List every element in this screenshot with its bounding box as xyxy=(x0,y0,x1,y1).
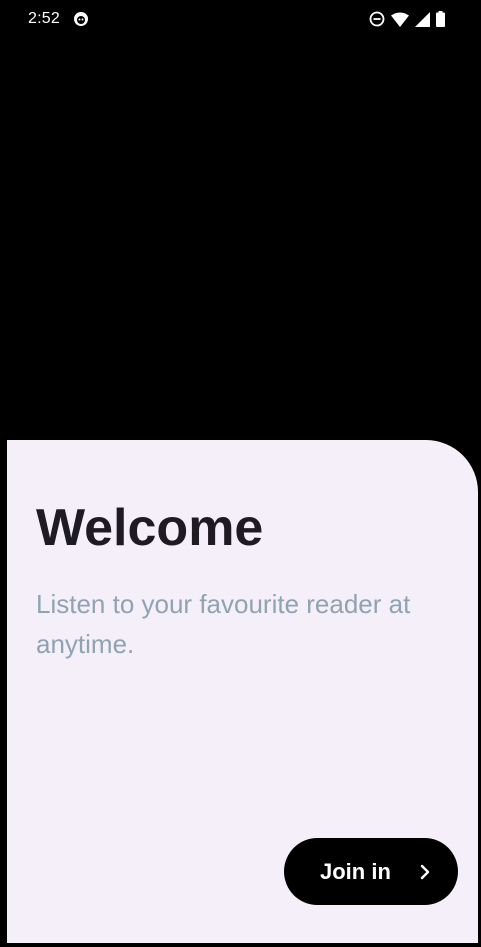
app-notification-icon xyxy=(74,12,88,26)
battery-icon xyxy=(436,11,445,27)
status-icons xyxy=(369,10,445,28)
welcome-sheet: Welcome Listen to your favourite reader … xyxy=(7,440,478,943)
welcome-title: Welcome xyxy=(36,499,264,557)
do-not-disturb-icon xyxy=(369,11,385,27)
join-in-button[interactable]: Join in xyxy=(284,838,458,905)
cellular-signal-icon xyxy=(415,11,430,27)
screen: 2:52 Welcome Listen to your favourite re… xyxy=(0,0,481,947)
status-time: 2:52 xyxy=(28,10,60,27)
chevron-right-icon xyxy=(420,864,430,880)
welcome-subtitle: Listen to your favourite reader at anyti… xyxy=(36,589,411,659)
wifi-icon xyxy=(391,12,409,27)
status-bar: 2:52 xyxy=(0,0,481,38)
join-in-label: Join in xyxy=(320,859,391,884)
